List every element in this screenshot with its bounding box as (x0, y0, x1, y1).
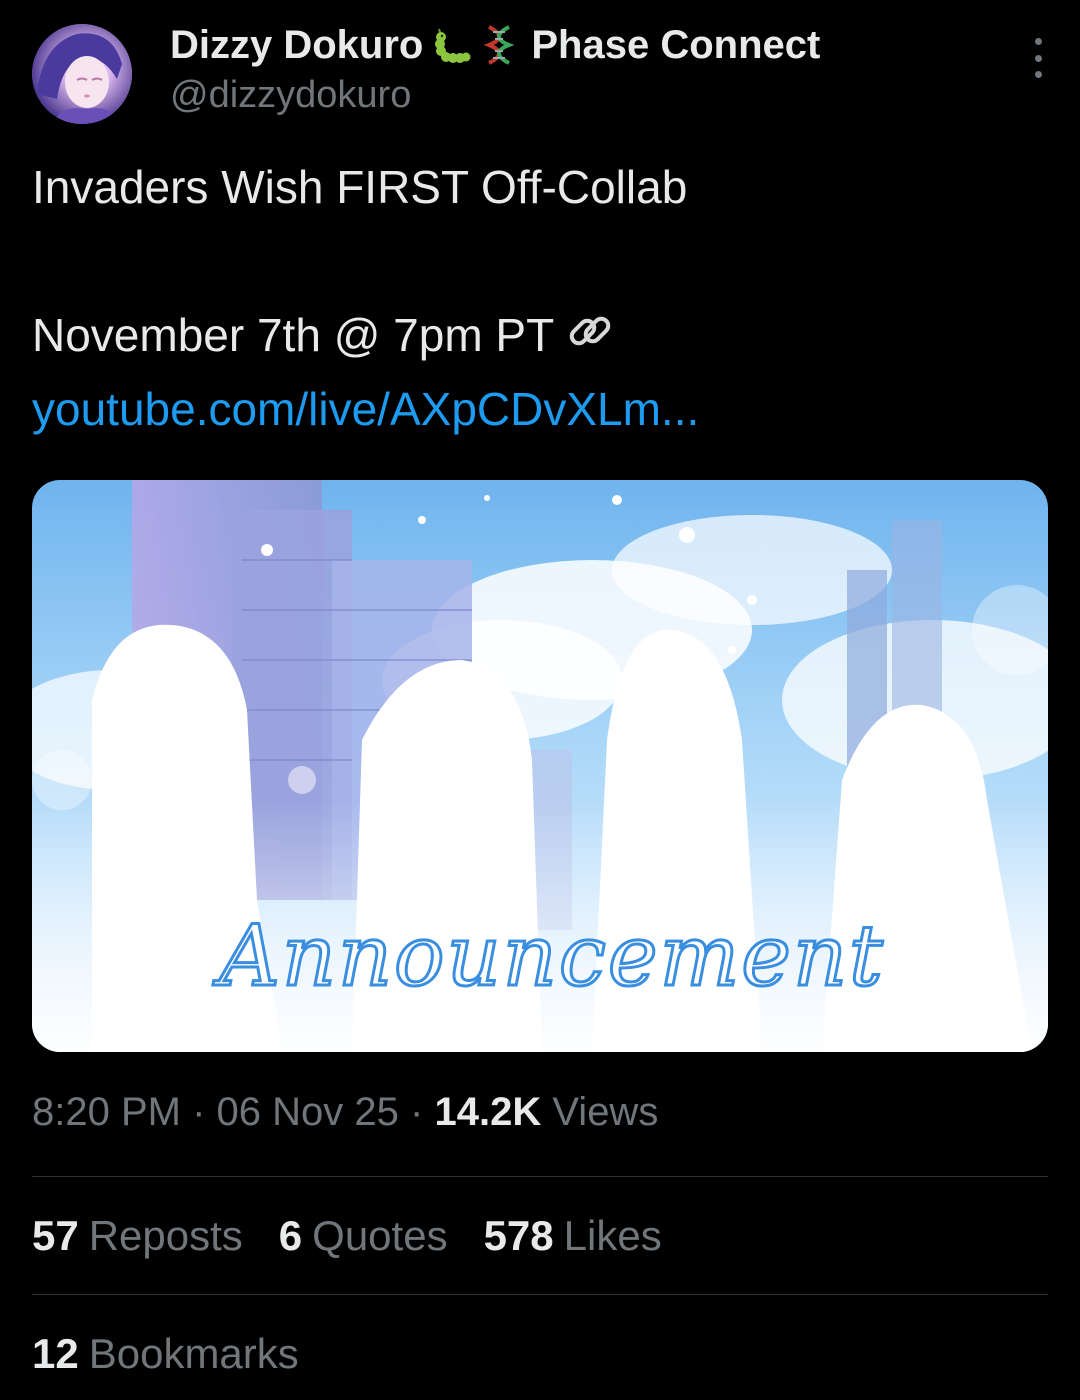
views-count: 14.2K (434, 1090, 542, 1134)
more-dot-icon (1034, 54, 1042, 62)
tweet-text: Invaders Wish FIRST Off-Collab November … (32, 150, 1048, 446)
reposts-label: Reposts (88, 1212, 243, 1259)
announcement-text: Announcement (212, 907, 885, 1005)
tweet-time[interactable]: 8:20 PM (32, 1090, 181, 1134)
announcement-image: Announcement (32, 480, 1048, 1052)
likes-label: Likes (563, 1212, 662, 1259)
display-name[interactable]: Dizzy Dokuro (170, 23, 423, 68)
avatar[interactable] (32, 24, 132, 124)
likes-stat[interactable]: 578 Likes (484, 1212, 662, 1260)
meta-separator: · (192, 1090, 206, 1134)
tweet-link[interactable]: youtube.com/live/AXpCDvXLm... (32, 383, 699, 435)
tweet-date-text: November 7th @ 7pm PT (32, 309, 555, 361)
more-dot-icon (1034, 38, 1042, 45)
bookmarks-label: Bookmarks (88, 1330, 299, 1377)
tweet-media[interactable]: Announcement (32, 480, 1048, 1052)
quotes-count: 6 (278, 1212, 303, 1259)
avatar-image (32, 24, 132, 124)
caterpillar-icon (431, 25, 471, 65)
tweet-meta: 8:20 PM · 06 Nov 25 · 14.2K Views (32, 1090, 658, 1135)
quotes-stat[interactable]: 6 Quotes (279, 1212, 448, 1260)
bookmarks-count: 12 (32, 1330, 79, 1377)
quotes-label: Quotes (312, 1212, 448, 1259)
bookmarks-stat[interactable]: 12 Bookmarks (32, 1330, 299, 1378)
more-dot-icon (1034, 71, 1042, 78)
tweet-date[interactable]: 06 Nov 25 (217, 1090, 399, 1134)
tweet-header: Dizzy Dokuro Phase Connect @dizzydokuro (32, 22, 1048, 124)
tweet-line-date: November 7th @ 7pm PT (32, 298, 1048, 372)
affiliation: Phase Connect (531, 22, 821, 67)
divider (32, 1294, 1048, 1295)
likes-count: 578 (483, 1212, 554, 1259)
link-icon (562, 303, 618, 359)
divider (32, 1176, 1048, 1177)
tweet-line-title: Invaders Wish FIRST Off-Collab (32, 161, 688, 213)
engagement-stats: 57 Reposts 6 Quotes 578 Likes (32, 1212, 698, 1260)
name-row: Dizzy Dokuro Phase Connect (170, 22, 821, 68)
views-label: Views (552, 1090, 659, 1134)
tweet-line-link: youtube.com/live/AXpCDvXLm... (32, 372, 1048, 446)
meta-separator: · (410, 1090, 424, 1134)
handle[interactable]: @dizzydokuro (170, 74, 411, 117)
more-options-button[interactable] (1028, 38, 1048, 78)
reposts-count: 57 (32, 1212, 79, 1259)
reposts-stat[interactable]: 57 Reposts (32, 1212, 243, 1260)
dna-icon (479, 25, 519, 65)
